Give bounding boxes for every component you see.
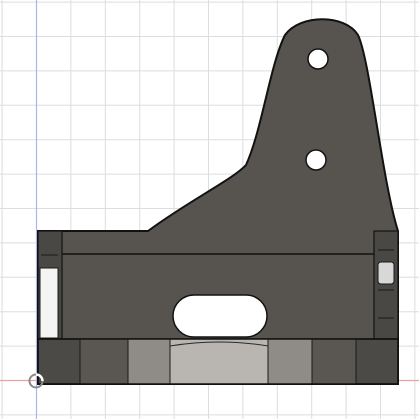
lower-mount-hole[interactable] xyxy=(305,149,327,171)
base-band-light-c xyxy=(268,339,312,384)
base-slot[interactable] xyxy=(172,294,268,338)
base-band-dark-a xyxy=(80,339,128,384)
base-band-light-a xyxy=(128,339,170,384)
left-wall-highlight xyxy=(39,267,59,339)
cad-viewport[interactable] xyxy=(0,0,419,419)
base-band-light-b xyxy=(170,339,268,384)
upper-mount-hole[interactable] xyxy=(307,48,329,70)
viewport-canvas[interactable] xyxy=(0,0,419,419)
right-wall-highlight xyxy=(377,261,395,285)
right-wall xyxy=(373,230,399,340)
base-band-dark-b xyxy=(312,339,356,384)
